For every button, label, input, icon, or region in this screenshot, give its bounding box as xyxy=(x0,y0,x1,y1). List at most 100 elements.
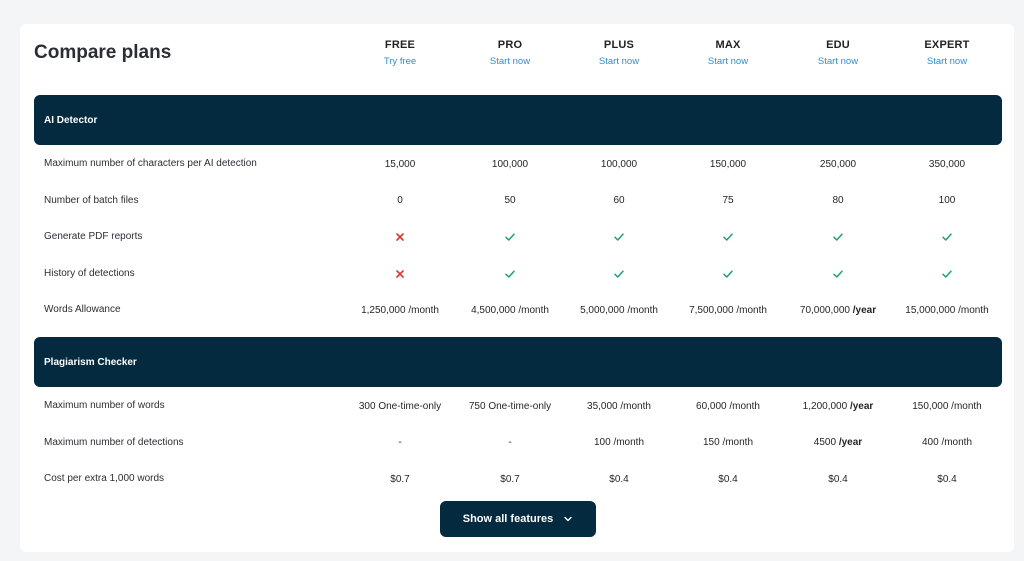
cell-unit: /month xyxy=(408,304,439,316)
table-cell xyxy=(673,219,783,255)
check-icon xyxy=(614,233,624,241)
table-cell: 4,500,000 /month xyxy=(455,292,565,328)
plan-header-expert: EXPERT Start now xyxy=(892,39,1002,67)
cell-value: 1,200,000 xyxy=(802,400,848,412)
table-row: Number of batch files 0 50 60 75 80 100 xyxy=(34,183,1002,219)
cell-value: 50 xyxy=(504,195,516,206)
table-cell: 7,500,000 /month xyxy=(673,292,783,328)
table-cell: 60,000 /month xyxy=(673,388,783,424)
plan-header-pro: PRO Start now xyxy=(455,39,565,67)
check-icon xyxy=(723,269,733,278)
chevron-down-icon xyxy=(564,516,572,522)
cell-value: 350,000 xyxy=(928,158,966,170)
table-row: Maximum number of words 300 One-time-only… xyxy=(34,388,1002,424)
table-cell: - xyxy=(345,425,455,461)
plan-cta-link[interactable]: Start now xyxy=(564,56,674,67)
row-label: Words Allowance xyxy=(44,304,121,315)
show-all-features-button[interactable]: Show all features xyxy=(440,501,596,537)
table-cell xyxy=(345,256,455,292)
table-row: Generate PDF reports xyxy=(34,219,1002,255)
table-cell: 350,000 xyxy=(892,146,1002,182)
check-icon xyxy=(723,233,733,241)
plan-cta-link[interactable]: Start now xyxy=(673,56,783,67)
cell-value: 4500 xyxy=(813,437,837,448)
plan-cta-link[interactable]: Start now xyxy=(783,56,893,67)
plan-header-edu: EDU Start now xyxy=(783,39,893,67)
cell-value: 80 xyxy=(832,195,844,206)
show-all-features-label: Show all features xyxy=(462,513,554,525)
section-title: AI Detector xyxy=(44,114,98,126)
cell-unit: /month xyxy=(613,437,645,448)
table-cell xyxy=(345,219,455,255)
table-cell: $0.7 xyxy=(345,461,455,497)
row-label: History of detections xyxy=(44,267,135,279)
row-label: Number of batch files xyxy=(44,194,139,206)
table-cell: 100,000 xyxy=(564,146,674,182)
cell-value: 5,000,000 xyxy=(580,304,625,316)
table-cell: 70,000,000 /year xyxy=(783,292,893,328)
cell-value: 1,250,000 xyxy=(361,304,406,316)
cell-value: 75 xyxy=(722,195,734,206)
cell-value: $0.7 xyxy=(500,473,520,485)
table-cell: $0.4 xyxy=(673,461,783,497)
row-label: Cost per extra 1,000 words xyxy=(44,473,165,484)
table-cell: 100 /month xyxy=(564,425,674,461)
cell-unit: /month xyxy=(620,400,651,412)
cell-value: - xyxy=(398,437,402,448)
table-cell xyxy=(892,256,1002,292)
plan-name: EXPERT xyxy=(924,39,970,51)
table-cell: 150 /month xyxy=(673,425,783,461)
plan-name: PRO xyxy=(497,39,523,51)
cell-value: 100 xyxy=(938,195,956,206)
row-label: Maximum number of characters per AI dete… xyxy=(44,158,257,169)
cell-value: $0.4 xyxy=(937,473,957,485)
table-cell: 75 xyxy=(673,183,783,219)
section-header: AI Detector xyxy=(34,95,1002,145)
check-icon xyxy=(614,269,624,278)
cell-value: 100,000 xyxy=(600,158,638,170)
cell-unit: /month xyxy=(722,437,754,448)
cell-value: 60 xyxy=(613,195,625,206)
cell-unit: /month xyxy=(736,304,767,316)
table-cell: $0.4 xyxy=(564,461,674,497)
cell-value: 100,000 xyxy=(491,158,529,170)
cell-value: 750 One-time-only xyxy=(468,400,552,412)
table-cell: 80 xyxy=(783,183,893,219)
cell-value: 150,000 xyxy=(709,158,747,170)
table-cell: 0 xyxy=(345,183,455,219)
section-header: Plagiarism Checker xyxy=(34,337,1002,387)
table-row: Maximum number of characters per AI dete… xyxy=(34,146,1002,182)
table-cell: 1,250,000 /month xyxy=(345,292,455,328)
plan-header-plus: PLUS Start now xyxy=(564,39,674,67)
table-cell: 50 xyxy=(455,183,565,219)
cell-value: $0.4 xyxy=(718,473,738,485)
check-icon xyxy=(833,269,843,278)
cell-unit: /month xyxy=(941,437,973,448)
table-cell: 5,000,000 /month xyxy=(564,292,674,328)
cell-unit: /month xyxy=(958,304,989,316)
table-cell: 60 xyxy=(564,183,674,219)
plan-cta-link[interactable]: Start now xyxy=(892,56,1002,67)
cell-value: 35,000 xyxy=(587,400,618,412)
table-cell: 400 /month xyxy=(892,425,1002,461)
cell-unit: /year xyxy=(849,400,874,412)
table-cell: 15,000,000 /month xyxy=(892,292,1002,328)
plan-name: PLUS xyxy=(603,39,635,51)
cell-value: 150 xyxy=(702,437,720,448)
section-title: Plagiarism Checker xyxy=(44,356,137,368)
table-cell: 150,000 xyxy=(673,146,783,182)
plan-cta-link[interactable]: Try free xyxy=(345,56,455,67)
table-cell xyxy=(892,219,1002,255)
cell-value: 0 xyxy=(397,195,403,206)
plan-header-free: FREE Try free xyxy=(345,39,455,67)
plan-name: EDU xyxy=(826,39,850,51)
plan-cta-link[interactable]: Start now xyxy=(455,56,565,67)
table-cell: 35,000 /month xyxy=(564,388,674,424)
table-row: Words Allowance 1,250,000 /month 4,500,000… xyxy=(34,292,1002,328)
check-icon xyxy=(505,269,515,278)
row-label: Maximum number of detections xyxy=(44,436,184,448)
table-cell: - xyxy=(455,425,565,461)
row-label: Maximum number of words xyxy=(44,400,165,411)
table-cell: $0.7 xyxy=(455,461,565,497)
cell-value: 7,500,000 xyxy=(689,304,734,316)
